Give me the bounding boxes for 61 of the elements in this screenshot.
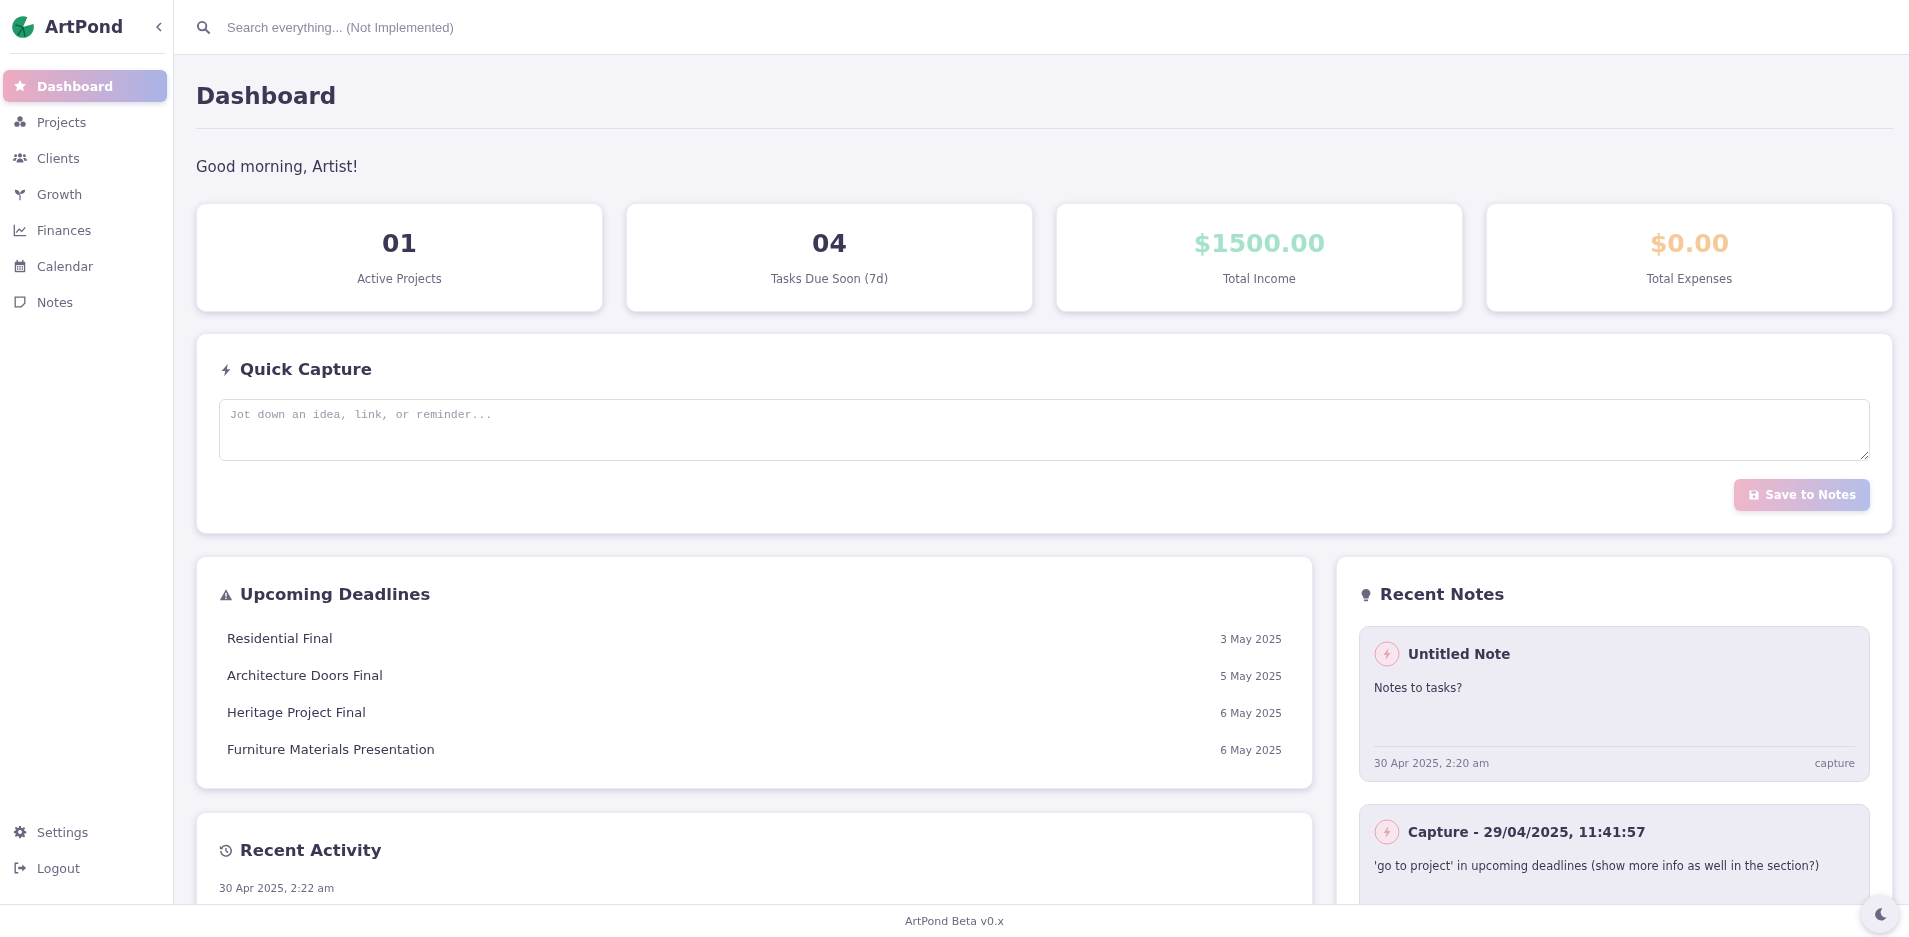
stat-label: Tasks Due Soon (7d) — [770, 272, 889, 286]
page-title: Dashboard — [196, 83, 1893, 129]
stat-label: Active Projects — [357, 272, 442, 286]
calendar-icon — [13, 259, 27, 273]
note-icon — [13, 295, 27, 309]
stat-value: $1500.00 — [1193, 229, 1326, 258]
deadline-date: 6 May 2025 — [1220, 706, 1282, 719]
sidebar-item[interactable]: Growth — [3, 178, 167, 210]
bolt-icon — [1374, 641, 1400, 667]
deadline-name[interactable]: Architecture Doors Final — [227, 668, 383, 683]
users-icon — [13, 151, 27, 165]
note-tag: capture — [1814, 757, 1855, 769]
deadline-date: 5 May 2025 — [1220, 669, 1282, 682]
card-title: Quick Capture — [240, 360, 372, 379]
chevron-left-icon[interactable] — [153, 20, 165, 33]
deadline-name[interactable]: Residential Final — [227, 631, 333, 646]
greeting-text: Good morning, Artist! — [196, 158, 360, 176]
stat-value: $0.00 — [1649, 229, 1730, 258]
stat-value: 04 — [812, 229, 847, 258]
stat-label: Total Income — [1223, 272, 1296, 286]
app-name: ArtPond — [45, 16, 125, 37]
stat-value: 01 — [382, 229, 417, 258]
sidebar-item[interactable]: Calendar — [3, 250, 167, 282]
sidebar-item[interactable]: Clients — [3, 142, 167, 174]
sidebar-item[interactable]: Logout — [3, 852, 167, 884]
stat-label: Total Expenses — [1646, 272, 1733, 286]
sidebar-item[interactable]: Notes — [3, 286, 167, 318]
bolt-icon — [219, 362, 233, 377]
moon-icon — [1872, 906, 1888, 922]
sidebar-item[interactable]: Finances — [3, 214, 167, 246]
deadline-date: 3 May 2025 — [1220, 632, 1282, 645]
warning-icon — [219, 587, 233, 602]
note-card[interactable]: Untitled Note Notes to tasks? 30 Apr 2025, 2:20 am capture — [1359, 626, 1870, 782]
note-title: Untitled Note — [1408, 646, 1511, 662]
deadline-name[interactable]: Heritage Project Final — [227, 705, 366, 720]
logout-icon — [13, 861, 27, 875]
bolt-icon — [1374, 819, 1400, 845]
footer-text: ArtPond Beta v0.x — [904, 914, 1005, 928]
lightbulb-icon — [1359, 587, 1373, 602]
history-icon — [219, 843, 233, 858]
note-body: 'go to project' in upcoming deadlines (show more info as well in the section?) — [1374, 859, 1821, 875]
deadline-name[interactable]: Furniture Materials Presentation — [227, 742, 435, 757]
cubes-icon — [13, 115, 27, 129]
star-icon — [13, 79, 27, 93]
note-title: Capture - 29/04/2025, 11:41:57 — [1408, 824, 1646, 840]
settings-icon — [13, 825, 27, 839]
search-icon — [196, 19, 211, 35]
logo-icon — [10, 13, 36, 40]
sidebar-item[interactable]: Projects — [3, 106, 167, 138]
line-chart-icon — [13, 223, 27, 237]
activity-time: 30 Apr 2025, 2:22 am — [219, 882, 336, 894]
card-title: Upcoming Deadlines — [240, 585, 431, 604]
note-body: Notes to tasks? — [1374, 681, 1464, 697]
note-date: 30 Apr 2025, 2:20 am — [1374, 757, 1490, 769]
deadline-date: 6 May 2025 — [1220, 743, 1282, 756]
card-title: Recent Notes — [1380, 585, 1505, 604]
sidebar-item[interactable]: Settings — [3, 816, 167, 848]
search-field[interactable]: Search everything... (Not Implemented) — [225, 18, 796, 36]
note-card[interactable]: Capture - 29/04/2025, 11:41:57 'go to project' in upcoming deadlines (show more info as well in the section?) — [1359, 804, 1870, 904]
card-title: Recent Activity — [240, 841, 382, 860]
seedling-icon — [13, 187, 27, 201]
